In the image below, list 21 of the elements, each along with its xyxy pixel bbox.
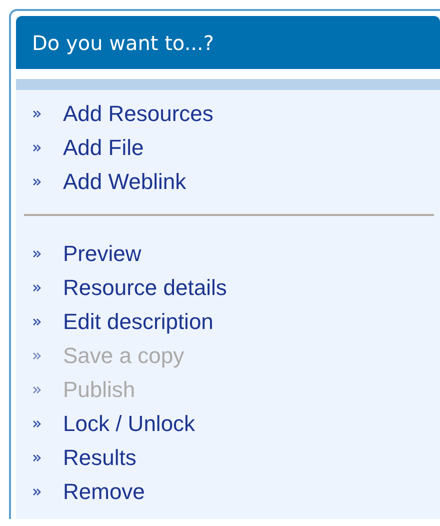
action-link[interactable]: Lock / Unlock xyxy=(63,411,196,437)
double-chevron-icon xyxy=(33,110,41,118)
double-chevron-icon xyxy=(33,284,41,292)
action-link[interactable]: Preview xyxy=(63,241,142,267)
double-chevron-icon xyxy=(33,386,41,394)
double-chevron-icon xyxy=(33,488,41,496)
action-link[interactable]: Add File xyxy=(63,135,144,161)
double-chevron-icon xyxy=(33,352,41,360)
double-chevron-icon xyxy=(33,420,41,428)
action-link[interactable]: Add Resources xyxy=(63,101,214,127)
action-link[interactable]: Remove xyxy=(63,479,145,505)
panel-title: Do you want to...? xyxy=(32,30,214,54)
double-chevron-icon xyxy=(33,250,41,258)
double-chevron-icon xyxy=(33,454,41,462)
double-chevron-icon xyxy=(33,318,41,326)
action-link[interactable]: Resource details xyxy=(63,275,227,301)
action-link[interactable]: Results xyxy=(63,445,136,471)
double-chevron-icon xyxy=(33,144,41,152)
action-link[interactable]: Edit description xyxy=(63,309,214,335)
action-link[interactable]: Add Weblink xyxy=(63,169,186,195)
double-chevron-icon xyxy=(33,178,41,186)
